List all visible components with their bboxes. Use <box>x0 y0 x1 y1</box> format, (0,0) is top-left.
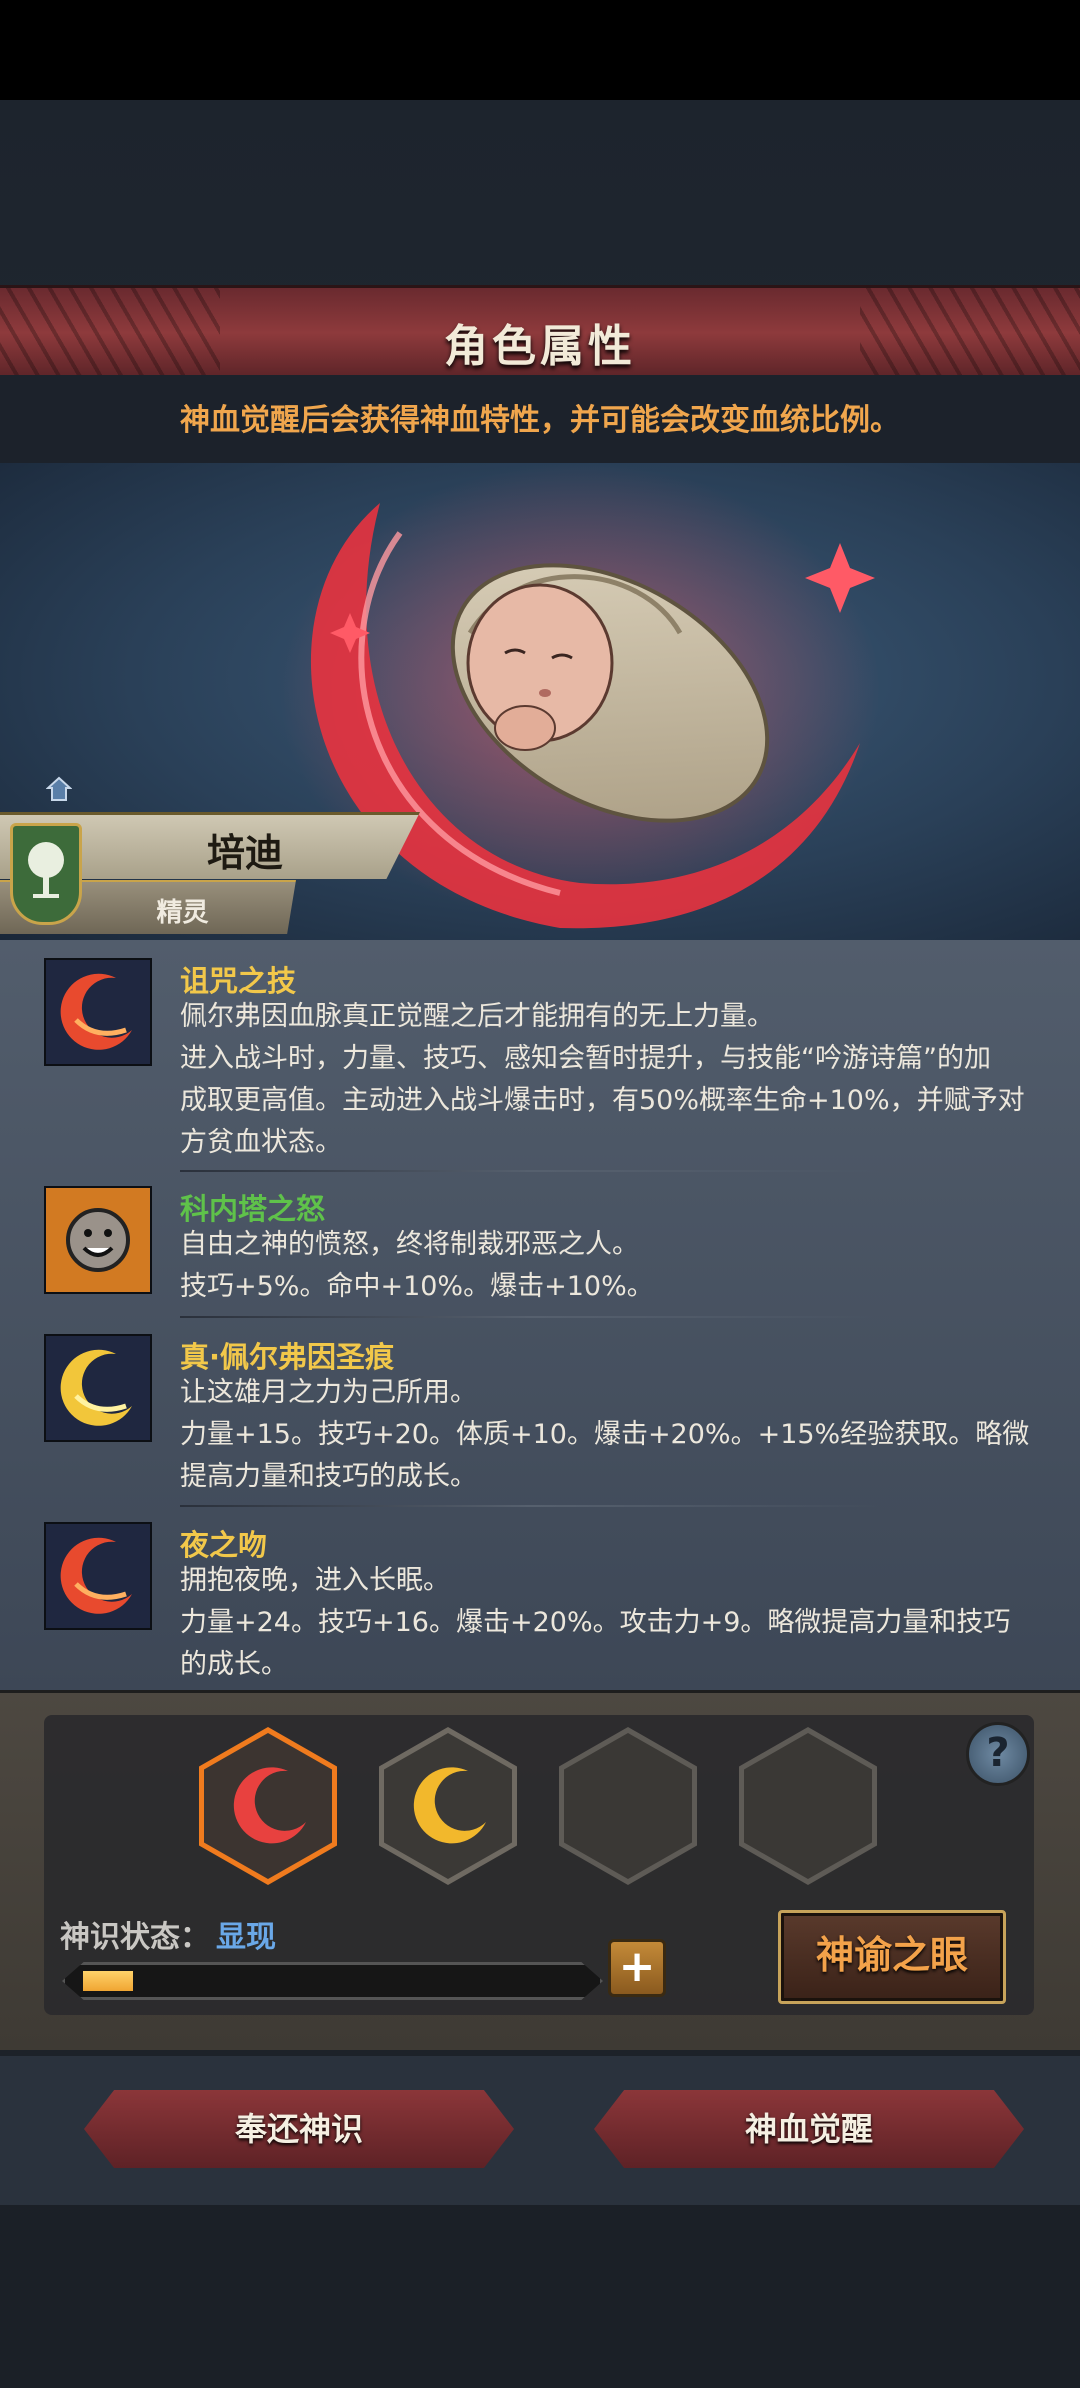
trait-line: 的成长。 <box>180 1649 288 1680</box>
awakening-progress-bar <box>62 1962 603 2000</box>
red-crescent-icon <box>44 1522 152 1630</box>
character-race: 精灵 <box>156 898 209 928</box>
character-name: 培迪 <box>206 831 283 875</box>
trait-line: 提高力量和技巧的成长。 <box>180 1461 477 1492</box>
notice-bar: 神血觉醒后会获得神血特性，并可能会改变血统比例。 <box>0 375 1080 463</box>
divider <box>180 1316 880 1318</box>
trait-line: 拥抱夜晚，进入长眠。 <box>180 1565 450 1596</box>
trait-name: 夜之吻 <box>180 1528 268 1562</box>
notice-text: 神血觉醒后会获得神血特性，并可能会改变血统比例。 <box>180 403 900 438</box>
divider <box>180 1170 880 1172</box>
oracle-eye-label: 神谕之眼 <box>815 1933 968 1977</box>
help-icon[interactable]: ? <box>966 1722 1030 1786</box>
trait-line: 佩尔弗因血脉真正觉醒之后才能拥有的无上力量。 <box>180 1001 774 1032</box>
trait-line: 让这雄月之力为己所用。 <box>180 1377 477 1408</box>
add-button[interactable]: + <box>608 1939 666 1997</box>
status-bar-area <box>0 0 1080 100</box>
return-divine-sense-button[interactable]: 奉还神识 <box>84 2090 514 2168</box>
oracle-eye-button[interactable]: 神谕之眼 <box>778 1910 1006 2004</box>
progress-fill <box>83 1971 133 1991</box>
trait-name: 科内塔之怒 <box>180 1192 326 1226</box>
trait-line: 进入战斗时，力量、技巧、感知会暂时提升，与技能“吟游诗篇”的加 <box>180 1043 991 1074</box>
awaken-button-label: 神血觉醒 <box>744 2110 873 2148</box>
gold-crescent-icon <box>44 1334 152 1442</box>
trait-name: 诅咒之技 <box>180 964 297 998</box>
trait-name: 真·佩尔弗因圣痕 <box>180 1340 395 1374</box>
red-crescent-icon <box>44 958 152 1066</box>
trait-line: 力量+15。技巧+20。体质+10。爆击+20%。+15%经验获取。略微 <box>180 1419 1030 1450</box>
smiling-sun-icon <box>44 1186 152 1294</box>
blood-awaken-button[interactable]: 神血觉醒 <box>594 2090 1024 2168</box>
trait-line: 技巧+5%。命中+10%。爆击+10%。 <box>180 1271 654 1302</box>
status-value: 显现 <box>216 1920 276 1955</box>
trait-line: 方贫血状态。 <box>180 1127 342 1158</box>
trait-description: 拥抱夜晚，进入长眠。 力量+24。技巧+16。爆击+20%。攻击力+9。略微提高… <box>180 1560 1040 1686</box>
elf-tree-emblem-icon <box>10 823 82 925</box>
divider <box>180 1505 880 1507</box>
trait-description: 让这雄月之力为己所用。 力量+15。技巧+20。体质+10。爆击+20%。+15… <box>180 1372 1040 1498</box>
trait-description: 佩尔弗因血脉真正觉醒之后才能拥有的无上力量。 进入战斗时，力量、技巧、感知会暂时… <box>180 996 1040 1164</box>
trait-description: 自由之神的愤怒，终将制裁邪恶之人。 技巧+5%。命中+10%。爆击+10%。 <box>180 1224 1040 1308</box>
title-bar: 角色属性 <box>0 285 1080 378</box>
page-title: 角色属性 <box>444 321 636 372</box>
status-label: 神识状态： <box>60 1920 210 1955</box>
return-button-label: 奉还神识 <box>234 2110 363 2148</box>
trait-line: 成取更高值。主动进入战斗爆击时，有50%概率生命+10%，并赋予对 <box>180 1085 1025 1116</box>
trait-line: 自由之神的愤怒，终将制裁邪恶之人。 <box>180 1229 639 1260</box>
home-icon[interactable] <box>45 776 73 802</box>
bottom-background <box>0 2205 1080 2388</box>
trait-line: 力量+24。技巧+16。爆击+20%。攻击力+9。略微提高力量和技巧 <box>180 1607 1011 1638</box>
